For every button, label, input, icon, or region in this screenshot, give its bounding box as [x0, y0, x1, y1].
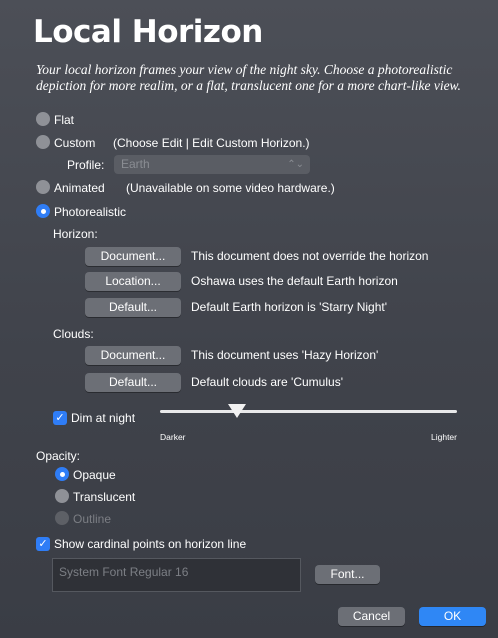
- horizon-location-button[interactable]: Location...: [85, 272, 181, 291]
- opacity-heading: Opacity:: [36, 449, 81, 463]
- animated-label: Animated: [54, 181, 105, 195]
- animated-hint: (Unavailable on some video hardware.): [126, 181, 335, 195]
- chevron-up-down-icon: ⌃⌄: [287, 159, 304, 170]
- dim-at-night-checkbox[interactable]: ✓: [53, 411, 67, 425]
- translucent-label: Translucent: [73, 490, 136, 504]
- clouds-document-button[interactable]: Document...: [85, 346, 181, 365]
- horizon-document-button[interactable]: Document...: [85, 247, 181, 266]
- translucent-radio[interactable]: [55, 489, 69, 503]
- flat-radio[interactable]: [36, 112, 50, 126]
- profile-select-value: Earth: [121, 157, 150, 171]
- flat-label: Flat: [54, 113, 75, 127]
- lighter-label: Lighter: [431, 432, 457, 442]
- custom-hint: (Choose Edit | Edit Custom Horizon.): [113, 136, 310, 150]
- outline-label: Outline: [73, 512, 112, 526]
- ok-button[interactable]: OK: [419, 607, 486, 626]
- horizon-document-status: This document does not override the hori…: [191, 249, 429, 263]
- clouds-document-status: This document uses 'Hazy Horizon': [191, 348, 379, 362]
- photorealistic-label: Photorealistic: [54, 205, 127, 219]
- dim-at-night-label: Dim at night: [71, 411, 136, 425]
- cardinal-points-checkbox[interactable]: ✓: [36, 537, 50, 551]
- horizon-default-status: Default Earth horizon is 'Starry Night': [191, 300, 387, 314]
- horizon-default-button[interactable]: Default...: [85, 298, 181, 317]
- horizon-heading: Horizon:: [53, 227, 98, 241]
- description-text: Your local horizon frames your view of t…: [36, 62, 461, 93]
- page-title: Local Horizon: [33, 14, 263, 50]
- dim-slider-thumb[interactable]: [228, 404, 247, 418]
- darker-label: Darker: [160, 432, 186, 442]
- font-preview-field: System Font Regular 16: [52, 558, 301, 592]
- profile-label: Profile:: [67, 158, 105, 172]
- profile-select[interactable]: Earth ⌃⌄: [114, 155, 310, 174]
- clouds-heading: Clouds:: [53, 327, 94, 341]
- clouds-default-status: Default clouds are 'Cumulus': [191, 375, 343, 389]
- cardinal-points-label: Show cardinal points on horizon line: [54, 537, 247, 551]
- cancel-button[interactable]: Cancel: [338, 607, 405, 626]
- font-button[interactable]: Font...: [315, 565, 380, 584]
- opaque-radio[interactable]: [55, 467, 69, 481]
- horizon-location-status: Oshawa uses the default Earth horizon: [191, 274, 398, 288]
- dim-slider-track[interactable]: [160, 410, 457, 413]
- animated-radio[interactable]: [36, 180, 50, 194]
- custom-label: Custom: [54, 136, 96, 150]
- custom-radio[interactable]: [36, 135, 50, 149]
- clouds-default-button[interactable]: Default...: [85, 373, 181, 392]
- opaque-label: Opaque: [73, 468, 116, 482]
- photorealistic-radio[interactable]: [36, 204, 50, 218]
- local-horizon-dialog: Local Horizon Your local horizon frames …: [0, 0, 498, 638]
- outline-radio[interactable]: [55, 511, 69, 525]
